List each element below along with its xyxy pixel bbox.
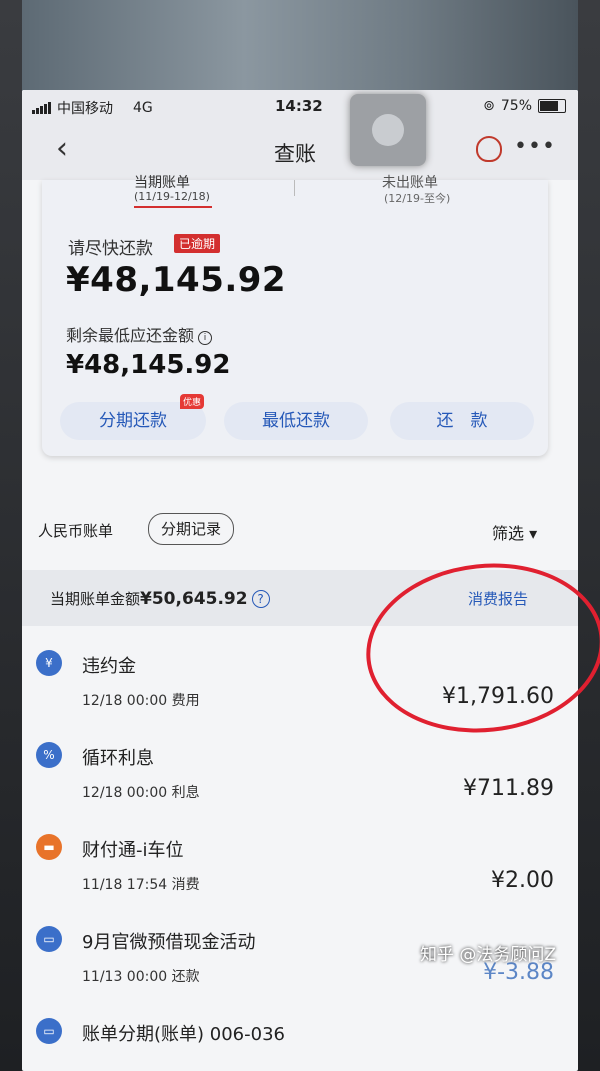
clock: 14:32 [275, 97, 323, 115]
item-amount: ¥2.00 [491, 868, 554, 893]
minimum-repay-button[interactable]: 最低还款 [224, 402, 368, 440]
network-label: 4G [133, 100, 153, 116]
section-header: 人民币账单 分期记录 筛选 ▾ [22, 496, 578, 556]
installment-record-chip[interactable]: 分期记录 [148, 513, 235, 545]
item-date: 12/18 00:00 利息 [82, 785, 200, 801]
item-name: 财付通-i车位 [82, 840, 184, 861]
battery-icon [538, 99, 566, 113]
item-date: 11/18 17:54 消费 [82, 877, 200, 893]
carrier-label: 中国移动 [57, 101, 113, 117]
watermark: 知乎 @法务顾问Z [420, 945, 557, 965]
item-date: 12/18 00:00 费用 [82, 693, 200, 709]
amount-due: ¥48,145.92 [66, 260, 287, 300]
cat-service-icon[interactable] [476, 136, 502, 162]
installment-icon: ▭ [36, 1018, 62, 1044]
tab-unbilled[interactable]: 未出账单 [382, 172, 438, 192]
wallet-icon: ▭ [36, 926, 62, 952]
currency-label: 人民币账单 [38, 522, 114, 540]
filter-button[interactable]: 筛选 ▾ [492, 520, 537, 544]
penalty-icon: ¥ [36, 650, 62, 676]
background-decoration [22, 0, 578, 92]
statement-total: 当期账单金额¥50,645.92? [50, 588, 270, 609]
list-item[interactable]: ▬ 财付通-i车位 11/18 17:54 消费 ¥2.00 [22, 822, 578, 914]
interest-icon: % [36, 742, 62, 768]
item-name: 违约金 [82, 656, 136, 677]
tab-current-bill[interactable]: 当期账单 [134, 172, 190, 192]
page-title: 查账 [274, 142, 316, 166]
battery-percent: 75% [500, 98, 532, 114]
bill-card: 当期账单 (11/19-12/18) 未出账单 (12/19-至今) 请尽快还款… [42, 175, 548, 456]
card-icon: ▬ [36, 834, 62, 860]
tab-divider [294, 180, 295, 196]
min-due-text: 剩余最低应还金额 [66, 326, 195, 345]
item-name: 9月官微预借现金活动 [82, 932, 256, 953]
blurred-avatar [350, 94, 426, 166]
status-bar: 中国移动 4G 14:32 ⊚ 75% [22, 90, 578, 124]
list-item[interactable]: % 循环利息 12/18 00:00 利息 ¥711.89 [22, 730, 578, 822]
repay-button[interactable]: 还 款 [390, 402, 534, 440]
min-due-amount: ¥48,145.92 [66, 350, 231, 380]
item-amount: ¥711.89 [463, 776, 554, 801]
tab-current-range: (11/19-12/18) [134, 190, 210, 203]
help-icon[interactable]: ? [251, 590, 270, 608]
tab-unbilled-range: (12/19-至今) [384, 192, 451, 205]
item-date: 11/13 00:00 还款 [82, 969, 200, 985]
list-item[interactable]: ▭ 账单分期(账单) 006-036 [22, 1006, 578, 1071]
repay-prompt: 请尽快还款 [68, 239, 153, 259]
item-name: 循环利息 [82, 748, 154, 769]
statement-amount: ¥50,645.92 [140, 589, 248, 609]
lock-rotation-icon: ⊚ [483, 98, 495, 114]
item-name: 账单分期(账单) 006-036 [82, 1024, 285, 1045]
info-icon[interactable]: i [198, 331, 213, 345]
promo-badge: 优惠 [180, 394, 205, 409]
signal-icon [32, 102, 51, 114]
back-icon[interactable]: ‹ [56, 134, 68, 164]
bill-tabs: 当期账单 (11/19-12/18) 未出账单 (12/19-至今) [42, 175, 548, 212]
nav-bar: ‹ 查账 ••• [22, 124, 578, 180]
more-icon[interactable]: ••• [514, 134, 556, 159]
active-tab-indicator [134, 206, 212, 208]
overdue-badge: 已逾期 [174, 234, 221, 253]
min-due-label: 剩余最低应还金额 i [66, 322, 213, 346]
statement-label: 当期账单金额 [50, 590, 141, 608]
